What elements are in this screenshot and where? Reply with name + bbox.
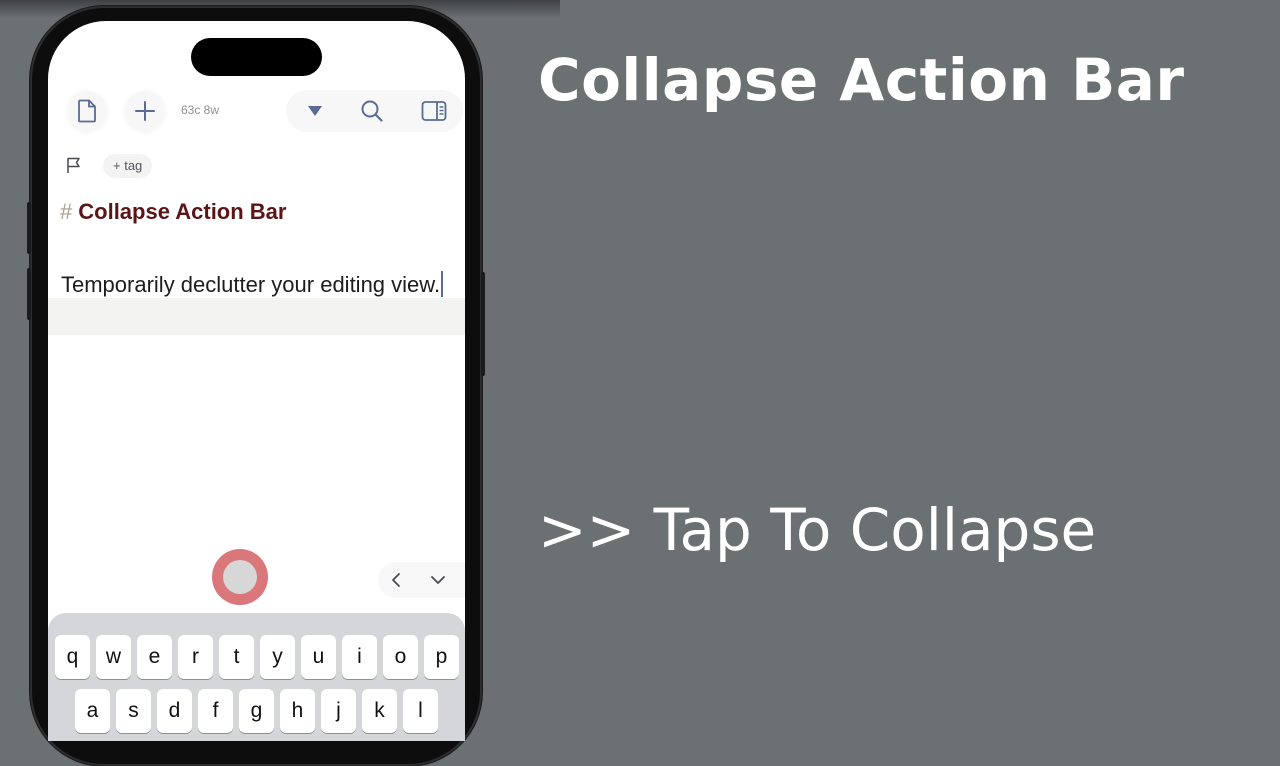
heading-marker: #	[60, 199, 73, 224]
chevron-down-icon[interactable]	[426, 568, 450, 592]
keyboard: q w e r t y u i o p a s d f g h j k l	[48, 613, 465, 741]
note-body[interactable]: Temporarily declutter your editing view.	[61, 267, 451, 302]
chevron-left-icon[interactable]	[384, 568, 408, 592]
note-heading[interactable]: # Collapse Action Bar	[60, 199, 286, 225]
text-caret	[441, 271, 444, 297]
key-s[interactable]: s	[116, 689, 151, 733]
dynamic-island	[191, 38, 322, 76]
key-a[interactable]: a	[75, 689, 110, 733]
key-d[interactable]: d	[157, 689, 192, 733]
body-text: Temporarily declutter your editing view.	[61, 272, 441, 297]
key-p[interactable]: p	[424, 635, 459, 679]
action-bar-nav	[378, 562, 465, 598]
char-word-counter: 63c 8w	[181, 103, 220, 117]
dropdown-triangle-icon[interactable]	[302, 98, 328, 124]
heading-text: Collapse Action Bar	[78, 199, 287, 224]
key-i[interactable]: i	[342, 635, 377, 679]
tap-indicator-center	[223, 560, 257, 594]
document-icon[interactable]	[67, 91, 107, 131]
key-t[interactable]: t	[219, 635, 254, 679]
tap-indicator[interactable]	[212, 549, 268, 605]
key-w[interactable]: w	[96, 635, 131, 679]
key-q[interactable]: q	[55, 635, 90, 679]
slide-title: Collapse Action Bar	[538, 46, 1185, 114]
key-r[interactable]: r	[178, 635, 213, 679]
search-icon[interactable]	[358, 97, 386, 125]
toolbar-right-group	[286, 90, 463, 132]
add-tag-button[interactable]: + tag	[103, 154, 153, 178]
phone-screen: 63c 8w + tag # Collapse Action Bar Tempor…	[48, 21, 465, 741]
key-e[interactable]: e	[137, 635, 172, 679]
slide-hint: >> Tap To Collapse	[538, 496, 1097, 564]
volume-up-button	[27, 202, 31, 254]
key-g[interactable]: g	[239, 689, 274, 733]
flag-icon[interactable]	[62, 154, 86, 176]
key-f[interactable]: f	[198, 689, 233, 733]
key-j[interactable]: j	[321, 689, 356, 733]
key-h[interactable]: h	[280, 689, 315, 733]
key-o[interactable]: o	[383, 635, 418, 679]
key-k[interactable]: k	[362, 689, 397, 733]
plus-icon[interactable]	[125, 91, 165, 131]
current-line-highlight	[48, 298, 465, 335]
key-y[interactable]: y	[260, 635, 295, 679]
power-button	[481, 272, 485, 376]
sidebar-panel-icon[interactable]	[420, 98, 448, 124]
volume-down-button	[27, 268, 31, 320]
key-l[interactable]: l	[403, 689, 438, 733]
key-u[interactable]: u	[301, 635, 336, 679]
